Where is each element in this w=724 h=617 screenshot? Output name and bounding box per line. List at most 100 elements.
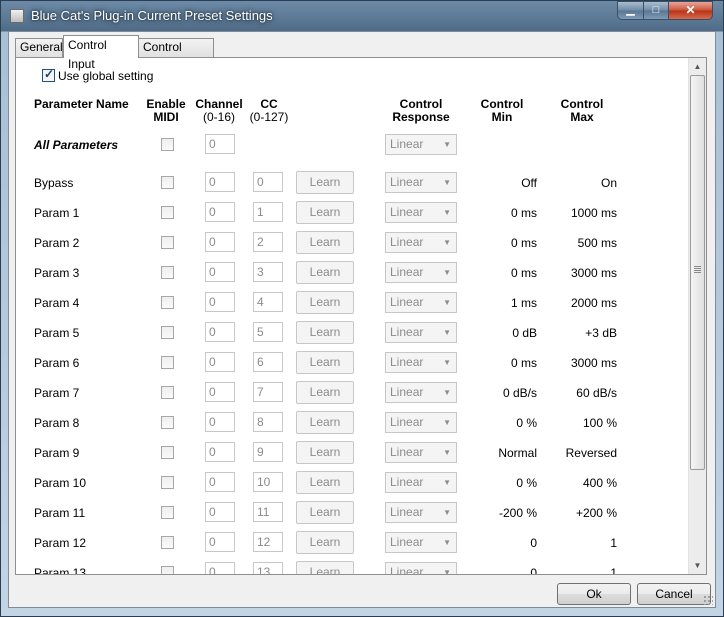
param-channel-input[interactable]: 0 <box>205 292 235 312</box>
param-response-select[interactable]: Linear ▼ <box>385 202 457 223</box>
param-learn-button[interactable]: Learn <box>296 531 354 554</box>
scroll-down-arrow-icon[interactable]: ▼ <box>689 557 706 574</box>
minimize-button[interactable]: ▁ <box>617 1 644 20</box>
param-channel-input[interactable]: 0 <box>205 202 235 222</box>
param-response-select[interactable]: Linear ▼ <box>385 292 457 313</box>
param-learn-button[interactable]: Learn <box>296 471 354 494</box>
param-channel-input[interactable]: 0 <box>205 172 235 192</box>
param-channel-input[interactable]: 0 <box>205 532 235 552</box>
param-response-select[interactable]: Linear ▼ <box>385 442 457 463</box>
param-channel-input[interactable]: 0 <box>205 322 235 342</box>
param-enable-midi-checkbox[interactable] <box>161 386 174 399</box>
param-learn-button[interactable]: Learn <box>296 261 354 284</box>
param-channel-input[interactable]: 0 <box>205 232 235 252</box>
ok-button[interactable]: Ok <box>557 583 631 605</box>
param-learn-button[interactable]: Learn <box>296 441 354 464</box>
param-enable-midi-checkbox[interactable] <box>161 416 174 429</box>
param-enable-midi-checkbox[interactable] <box>161 266 174 279</box>
param-enable-midi-checkbox[interactable] <box>161 446 174 459</box>
header-control-max-line2: Max <box>570 110 594 124</box>
maximize-button[interactable]: □ <box>643 1 669 20</box>
scroll-up-arrow-icon[interactable]: ▲ <box>689 58 706 75</box>
param-cc-input[interactable]: 13 <box>253 562 283 574</box>
param-response-select[interactable]: Linear ▼ <box>385 532 457 553</box>
param-channel-input[interactable]: 0 <box>205 442 235 462</box>
param-enable-midi-checkbox[interactable] <box>161 536 174 549</box>
param-response-select[interactable]: Linear ▼ <box>385 352 457 373</box>
param-learn-button[interactable]: Learn <box>296 381 354 404</box>
param-learn-button[interactable]: Learn <box>296 291 354 314</box>
param-channel-input[interactable]: 0 <box>205 262 235 282</box>
param-control-min: 0 % <box>516 476 537 490</box>
param-channel-input[interactable]: 0 <box>205 502 235 522</box>
param-channel-input[interactable]: 0 <box>205 382 235 402</box>
param-cc-input[interactable]: 5 <box>253 322 283 342</box>
tab-control-output[interactable]: Control Output <box>138 38 214 71</box>
all-parameters-response-select[interactable]: Linear ▼ <box>385 134 457 155</box>
scrollbar-thumb[interactable] <box>690 75 705 470</box>
param-enable-midi-checkbox[interactable] <box>161 176 174 189</box>
chevron-down-icon: ▼ <box>443 538 451 547</box>
param-enable-midi-checkbox[interactable] <box>161 206 174 219</box>
param-cc-input[interactable]: 1 <box>253 202 283 222</box>
param-response-select[interactable]: Linear ▼ <box>385 472 457 493</box>
param-cc-input[interactable]: 3 <box>253 262 283 282</box>
param-channel-input[interactable]: 0 <box>205 412 235 432</box>
param-cc-input[interactable]: 0 <box>253 172 283 192</box>
param-response-select[interactable]: Linear ▼ <box>385 412 457 433</box>
param-learn-button[interactable]: Learn <box>296 501 354 524</box>
param-response-select[interactable]: Linear ▼ <box>385 562 457 574</box>
resize-grip-icon[interactable] <box>703 595 713 605</box>
param-enable-midi-checkbox[interactable] <box>161 356 174 369</box>
tab-general[interactable]: General <box>15 38 63 57</box>
param-channel-input[interactable]: 0 <box>205 562 235 574</box>
use-global-setting-checkbox[interactable] <box>42 67 55 82</box>
chevron-down-icon: ▼ <box>443 140 451 149</box>
param-cc-input[interactable]: 6 <box>253 352 283 372</box>
param-response-select[interactable]: Linear ▼ <box>385 232 457 253</box>
param-channel-input[interactable]: 0 <box>205 472 235 492</box>
param-name: Param 3 <box>34 266 80 280</box>
param-response-select[interactable]: Linear ▼ <box>385 322 457 343</box>
param-cc-input[interactable]: 4 <box>253 292 283 312</box>
param-cc-input[interactable]: 9 <box>253 442 283 462</box>
param-response-select[interactable]: Linear ▼ <box>385 262 457 283</box>
all-parameters-enable-checkbox[interactable] <box>161 138 174 151</box>
param-cc-input[interactable]: 7 <box>253 382 283 402</box>
title-bar[interactable]: Blue Cat's Plug-in Current Preset Settin… <box>1 1 723 31</box>
param-cc-input[interactable]: 2 <box>253 232 283 252</box>
close-button[interactable]: ✕ <box>668 1 713 20</box>
vertical-scrollbar[interactable]: ▲ ▼ <box>688 58 706 574</box>
param-cc-input[interactable]: 8 <box>253 412 283 432</box>
param-cc-input[interactable]: 12 <box>253 532 283 552</box>
param-learn-button[interactable]: Learn <box>296 351 354 374</box>
tab-control-input[interactable]: Control Input <box>63 35 139 71</box>
param-learn-button[interactable]: Learn <box>296 411 354 434</box>
param-cc-input[interactable]: 10 <box>253 472 283 492</box>
param-response-select[interactable]: Linear ▼ <box>385 172 457 193</box>
param-control-min: 1 ms <box>510 296 537 310</box>
param-control-max: On <box>600 176 617 190</box>
param-response-value: Linear <box>390 205 424 219</box>
param-name: Param 7 <box>34 386 80 400</box>
param-learn-button[interactable]: Learn <box>296 201 354 224</box>
param-enable-midi-checkbox[interactable] <box>161 326 174 339</box>
param-learn-button[interactable]: Learn <box>296 171 354 194</box>
param-learn-button[interactable]: Learn <box>296 321 354 344</box>
param-enable-midi-checkbox[interactable] <box>161 296 174 309</box>
param-response-select[interactable]: Linear ▼ <box>385 502 457 523</box>
param-learn-button[interactable]: Learn <box>296 561 354 574</box>
all-parameters-channel-input[interactable]: 0 <box>205 134 235 154</box>
param-enable-midi-checkbox[interactable] <box>161 476 174 489</box>
param-enable-midi-checkbox[interactable] <box>161 566 174 574</box>
param-cc-input[interactable]: 11 <box>253 502 283 522</box>
param-control-min: Off <box>521 176 537 190</box>
param-enable-midi-checkbox[interactable] <box>161 506 174 519</box>
param-control-max: 1000 ms <box>570 206 617 220</box>
cancel-button[interactable]: Cancel <box>637 583 711 605</box>
param-learn-button[interactable]: Learn <box>296 231 354 254</box>
param-enable-midi-checkbox[interactable] <box>161 236 174 249</box>
param-name: Param 8 <box>34 416 80 430</box>
param-channel-input[interactable]: 0 <box>205 352 235 372</box>
param-response-select[interactable]: Linear ▼ <box>385 382 457 403</box>
